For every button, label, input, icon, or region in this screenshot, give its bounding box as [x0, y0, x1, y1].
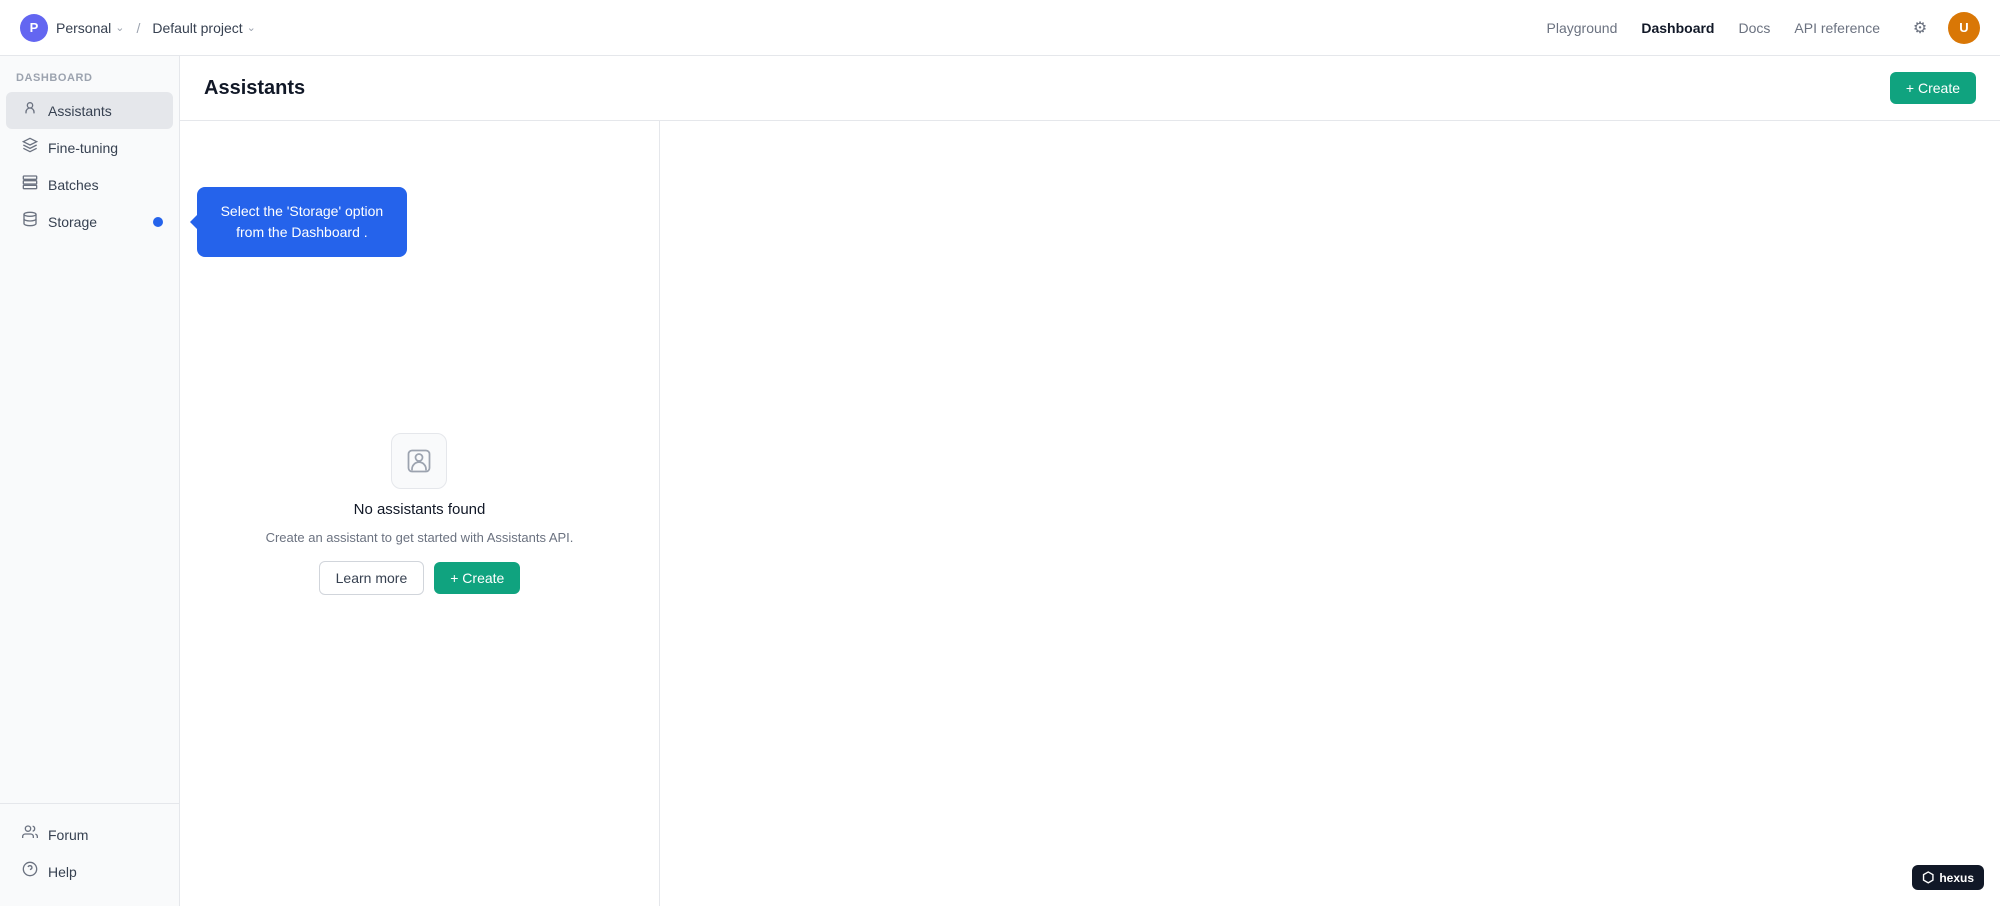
page-title: Assistants	[204, 77, 305, 100]
personal-badge[interactable]: P	[20, 14, 48, 42]
header-left: P Personal ⌄ / Default project ⌄	[20, 14, 256, 42]
sidebar-item-forum[interactable]: Forum	[6, 816, 173, 853]
nav-playground[interactable]: Playground	[1547, 20, 1618, 36]
empty-state-actions: Learn more + Create	[319, 561, 521, 595]
header-nav: Playground Dashboard Docs API reference …	[1547, 12, 1980, 44]
nav-dashboard[interactable]: Dashboard	[1641, 20, 1714, 36]
empty-state-title: No assistants found	[354, 501, 486, 518]
empty-state-description: Create an assistant to get started with …	[266, 530, 574, 545]
nav-docs[interactable]: Docs	[1738, 20, 1770, 36]
chevron-down-icon: ⌄	[115, 21, 124, 34]
left-panel: No assistants found Create an assistant …	[180, 121, 660, 906]
header: P Personal ⌄ / Default project ⌄ Playgro…	[0, 0, 2000, 56]
breadcrumb-project[interactable]: Default project ⌄	[152, 20, 256, 36]
learn-more-button[interactable]: Learn more	[319, 561, 425, 595]
forum-icon	[22, 824, 38, 845]
main-content: Assistants + Create No assistants found …	[180, 56, 2000, 906]
sidebar-section-label: Dashboard	[0, 72, 179, 92]
sidebar-item-label-help: Help	[48, 864, 77, 880]
chevron-down-icon-2: ⌄	[247, 21, 256, 34]
empty-state: No assistants found Create an assistant …	[266, 433, 574, 595]
breadcrumb-separator: /	[136, 20, 140, 36]
breadcrumb-personal[interactable]: Personal ⌄	[56, 20, 124, 36]
sidebar-item-label-batches: Batches	[48, 177, 99, 193]
storage-icon	[22, 211, 38, 232]
content-area: No assistants found Create an assistant …	[180, 121, 2000, 906]
help-icon	[22, 861, 38, 882]
sidebar-item-label-storage: Storage	[48, 214, 97, 230]
sidebar-item-label-fine-tuning: Fine-tuning	[48, 140, 118, 156]
create-button-header[interactable]: + Create	[1890, 72, 1976, 104]
sidebar-item-assistants[interactable]: Assistants	[6, 92, 173, 129]
sidebar-item-storage[interactable]: Storage	[6, 203, 173, 240]
header-icons: ⚙ U	[1904, 12, 1980, 44]
assistants-icon	[22, 100, 38, 121]
sidebar-item-batches[interactable]: Batches	[6, 166, 173, 203]
layout: Dashboard Assistants Fine-tuning Batches	[0, 56, 2000, 906]
sidebar: Dashboard Assistants Fine-tuning Batches	[0, 56, 180, 906]
settings-icon[interactable]: ⚙	[1904, 12, 1936, 44]
main-header: Assistants + Create	[180, 56, 2000, 121]
empty-state-icon	[391, 433, 447, 489]
sidebar-item-label-forum: Forum	[48, 827, 88, 843]
sidebar-item-fine-tuning[interactable]: Fine-tuning	[6, 129, 173, 166]
fine-tuning-icon	[22, 137, 38, 158]
personal-label: Personal	[56, 20, 111, 36]
batches-icon	[22, 174, 38, 195]
sidebar-item-help[interactable]: Help	[6, 853, 173, 890]
project-label: Default project	[152, 20, 242, 36]
right-panel	[660, 121, 2000, 906]
hexus-label: hexus	[1939, 871, 1974, 885]
user-avatar[interactable]: U	[1948, 12, 1980, 44]
hexus-icon: ⬡	[1922, 869, 1934, 886]
create-button-empty[interactable]: + Create	[434, 562, 520, 594]
storage-dot	[153, 217, 163, 227]
sidebar-item-label-assistants: Assistants	[48, 103, 112, 119]
storage-container: Storage Select the 'Storage' option from…	[0, 203, 179, 240]
sidebar-bottom: Forum Help	[0, 803, 179, 890]
nav-api-reference[interactable]: API reference	[1794, 20, 1880, 36]
hexus-badge: ⬡ hexus	[1912, 865, 1984, 890]
